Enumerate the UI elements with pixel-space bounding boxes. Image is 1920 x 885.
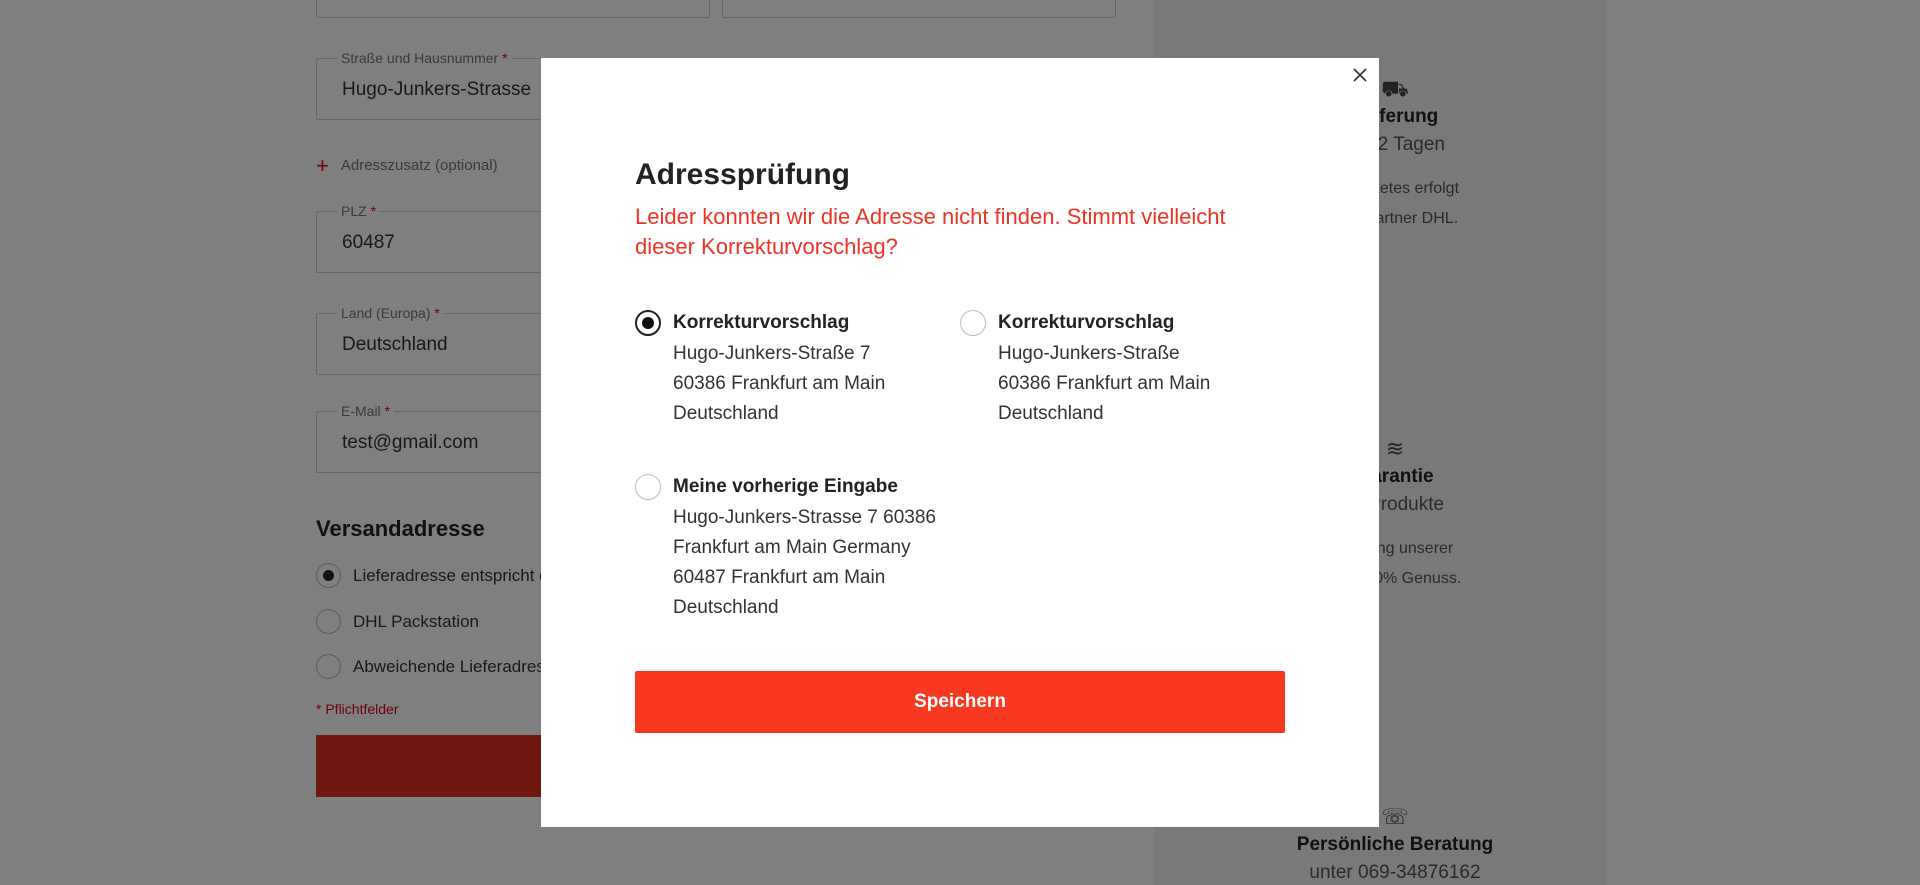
option-title: Korrekturvorschlag (673, 312, 850, 333)
address-line: 60386 Frankfurt am Main (673, 373, 886, 394)
option-address: Hugo-Junkers-Strasse 7 60386 Frankfurt a… (673, 503, 936, 623)
radio-icon[interactable] (960, 310, 986, 336)
close-icon[interactable] (1347, 62, 1373, 88)
modal-error-message: Leider konnten wir die Adresse nicht fin… (635, 204, 1226, 259)
address-line: Hugo-Junkers-Straße (998, 343, 1180, 364)
radio-icon[interactable] (635, 474, 661, 500)
address-line: 60487 Frankfurt am Main (673, 567, 886, 588)
address-line: Hugo-Junkers-Strasse 7 60386 (673, 507, 936, 528)
address-line: Frankfurt am Main Germany (673, 537, 911, 558)
address-line: Hugo-Junkers-Straße 7 (673, 343, 871, 364)
address-line: Deutschland (673, 403, 779, 424)
modal-title: Adressprüfung (635, 158, 851, 191)
address-option-suggestion-2[interactable]: Korrekturvorschlag Hugo-Junkers-Straße 6… (960, 310, 1260, 429)
address-line: 60386 Frankfurt am Main (998, 373, 1211, 394)
save-button[interactable]: Speichern (635, 671, 1285, 733)
address-check-modal: Adressprüfung Leider konnten wir die Adr… (541, 58, 1379, 827)
address-option-suggestion-1[interactable]: Korrekturvorschlag Hugo-Junkers-Straße 7… (635, 310, 935, 429)
option-title: Korrekturvorschlag (998, 312, 1175, 333)
option-address: Hugo-Junkers-Straße 7 60386 Frankfurt am… (673, 339, 885, 429)
radio-icon[interactable] (635, 310, 661, 336)
option-title: Meine vorherige Eingabe (673, 476, 898, 497)
address-line: Deutschland (998, 403, 1104, 424)
address-option-previous-input[interactable]: Meine vorherige Eingabe Hugo-Junkers-Str… (635, 474, 995, 623)
option-address: Hugo-Junkers-Straße 60386 Frankfurt am M… (998, 339, 1210, 429)
address-line: Deutschland (673, 597, 779, 618)
